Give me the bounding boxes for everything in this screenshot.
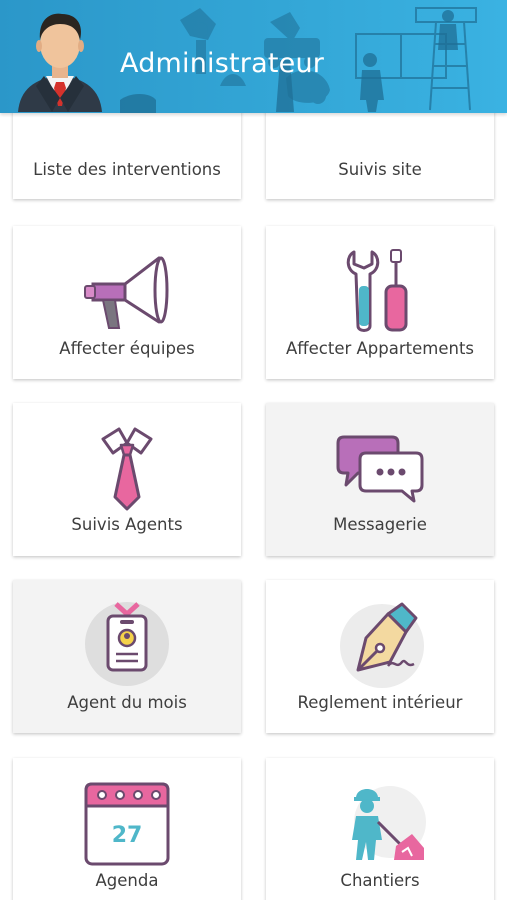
menu-item-label: Affecter équipes bbox=[59, 339, 195, 358]
construction-worker-icon bbox=[352, 786, 426, 860]
menu-grid: Liste des interventions Suivis site Affe… bbox=[0, 0, 507, 900]
menu-item-label: Agent du mois bbox=[67, 693, 187, 712]
menu-item-label: Agenda bbox=[95, 871, 159, 890]
menu-item-agenda[interactable]: 27 Agenda bbox=[13, 758, 241, 900]
calendar-day: 27 bbox=[112, 823, 143, 848]
menu-item-label: Messagerie bbox=[333, 515, 427, 534]
menu-item-label: Suivis site bbox=[338, 160, 422, 179]
page-title: Administrateur bbox=[120, 48, 325, 79]
app-header: Administrateur bbox=[0, 0, 507, 113]
menu-item-label: Affecter Appartements bbox=[285, 339, 475, 358]
menu-item-chantiers[interactable]: Chantiers bbox=[266, 758, 494, 900]
menu-item-label: Liste des interventions bbox=[33, 160, 221, 179]
menu-item-suivis-agents[interactable]: Suivis Agents bbox=[13, 403, 241, 556]
calendar-icon: 27 bbox=[84, 782, 170, 866]
chat-bubbles-icon bbox=[336, 435, 424, 503]
badge-icon bbox=[85, 602, 169, 686]
wrench-screwdriver-icon bbox=[346, 249, 408, 332]
fountain-pen-icon bbox=[340, 602, 424, 688]
megaphone-icon bbox=[84, 256, 169, 329]
menu-item-messagerie[interactable]: Messagerie bbox=[266, 403, 494, 556]
menu-item-affecter-equipes[interactable]: Affecter équipes bbox=[13, 226, 241, 379]
menu-item-label: Chantiers bbox=[340, 871, 420, 890]
businessman-avatar-icon bbox=[18, 13, 102, 112]
menu-item-agent-du-mois[interactable]: Agent du mois bbox=[13, 580, 241, 733]
menu-item-label: Reglement intérieur bbox=[297, 693, 463, 712]
tie-icon bbox=[101, 427, 153, 511]
menu-item-reglement-interieur[interactable]: Reglement intérieur bbox=[266, 580, 494, 733]
menu-item-label: Suivis Agents bbox=[71, 515, 183, 534]
menu-item-affecter-appartements[interactable]: Affecter Appartements bbox=[266, 226, 494, 379]
